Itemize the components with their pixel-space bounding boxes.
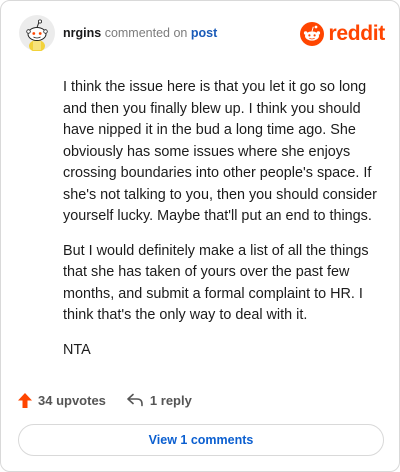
comment-actions: 34 upvotes 1 reply — [18, 389, 192, 411]
upvote-button[interactable]: 34 upvotes — [18, 392, 106, 408]
comment-byline: nrgins commented on post — [63, 26, 217, 40]
comment-card: nrgins commented on post reddit I think … — [0, 0, 400, 472]
upvote-count: 34 upvotes — [38, 392, 106, 408]
comment-header: nrgins commented on post reddit — [19, 15, 385, 55]
comment-body: I think the issue here is that you let i… — [63, 77, 381, 374]
comment-paragraph: I think the issue here is that you let i… — [63, 79, 377, 224]
author-username[interactable]: nrgins — [63, 26, 101, 40]
action-text: commented on — [104, 26, 188, 40]
reddit-logo-icon — [300, 22, 325, 46]
reply-arrow-icon — [127, 393, 143, 407]
snoo-avatar-icon[interactable] — [19, 15, 55, 51]
post-link[interactable]: post — [191, 26, 217, 40]
reply-count: 1 reply — [149, 392, 192, 408]
reddit-wordmark: reddit — [328, 22, 385, 45]
reply-button[interactable]: 1 reply — [126, 393, 192, 408]
comment-paragraph: NTA — [63, 341, 91, 358]
upvote-arrow-icon — [18, 392, 32, 408]
reddit-logo[interactable]: reddit — [300, 21, 385, 47]
comment-paragraph: But I would definitely make a list of al… — [63, 242, 369, 324]
view-comments-button[interactable]: View 1 comments — [18, 424, 384, 456]
